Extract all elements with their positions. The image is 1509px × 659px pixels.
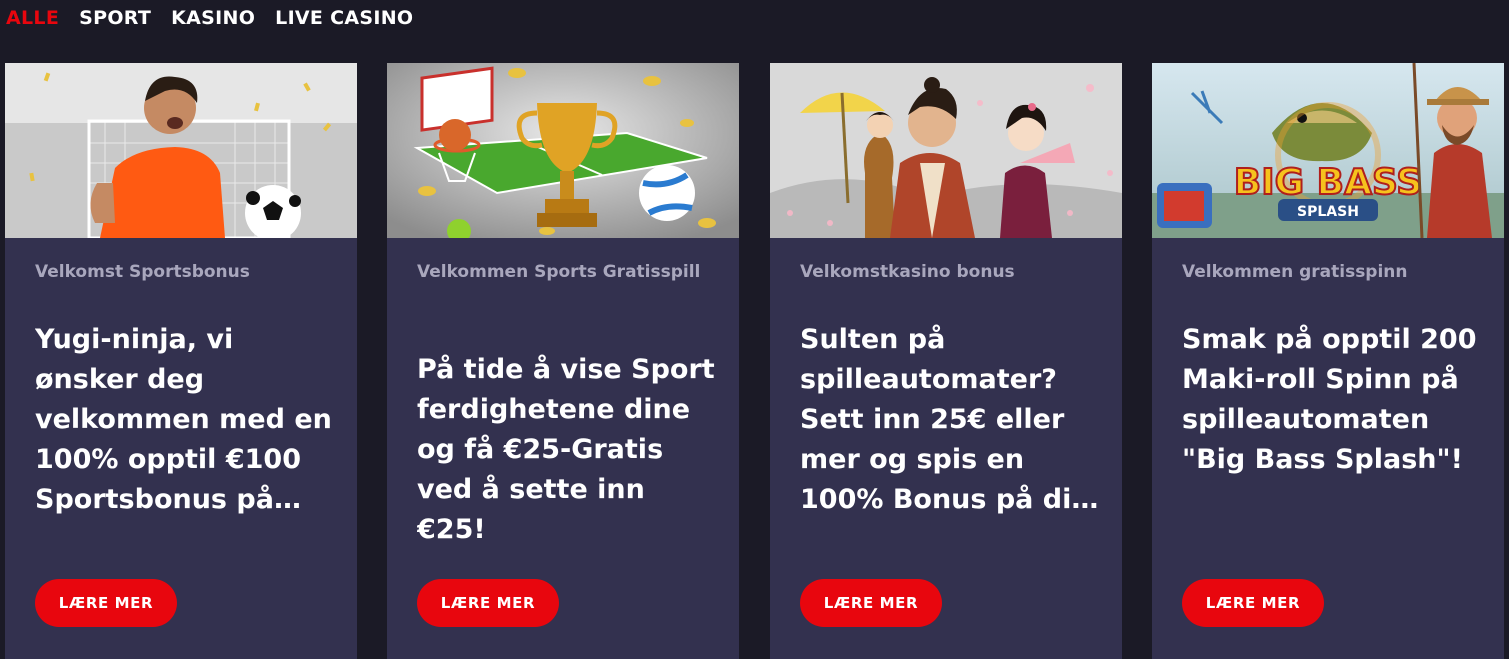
- learn-more-button[interactable]: LÆRE MER: [35, 579, 177, 627]
- card-subtitle: Velkommen gratisspinn: [1182, 262, 1408, 282]
- promo-card-gratisspinn: BIG BASS SPLASH Velkommen gratisspinn Sm…: [1152, 63, 1504, 659]
- learn-more-button[interactable]: LÆRE MER: [417, 579, 559, 627]
- category-tabs: ALLE SPORT KASINO LIVE CASINO: [6, 6, 413, 30]
- card-title: Smak på opptil 200 Maki-roll Spinn på sp…: [1182, 324, 1477, 475]
- tab-sport[interactable]: SPORT: [79, 6, 151, 30]
- card-title: Sulten på spilleautomater? Sett inn 25€ …: [800, 324, 1098, 515]
- soccer-fan-image: [5, 63, 357, 238]
- card-subtitle: Velkomst Sportsbonus: [35, 262, 250, 282]
- promo-card-sportsbonus: Velkomst Sportsbonus Yugi-ninja, vi ønsk…: [5, 63, 357, 659]
- tab-kasino[interactable]: KASINO: [171, 6, 255, 30]
- learn-more-button[interactable]: LÆRE MER: [800, 579, 942, 627]
- promo-card-kasino-bonus: Velkomstkasino bonus Sulten på spilleaut…: [770, 63, 1122, 659]
- big-bass-image: BIG BASS SPLASH: [1152, 63, 1504, 238]
- card-title: På tide å vise Sport ferdighetene dine o…: [417, 354, 715, 545]
- card-title: Yugi-ninja, vi ønsker deg velkommen med …: [35, 324, 332, 515]
- svg-text:SPLASH: SPLASH: [1297, 204, 1359, 220]
- promo-card-sports-gratisspill: Velkommen Sports Gratisspill På tide å v…: [387, 63, 739, 659]
- card-subtitle: Velkomstkasino bonus: [800, 262, 1015, 282]
- big-bass-logo: BIG BASS: [1234, 162, 1422, 203]
- samurai-image: [770, 63, 1122, 238]
- tab-live-casino[interactable]: LIVE CASINO: [275, 6, 413, 30]
- sports-trophy-image: [387, 63, 739, 238]
- learn-more-button[interactable]: LÆRE MER: [1182, 579, 1324, 627]
- tab-alle[interactable]: ALLE: [6, 6, 59, 30]
- card-subtitle: Velkommen Sports Gratisspill: [417, 262, 701, 282]
